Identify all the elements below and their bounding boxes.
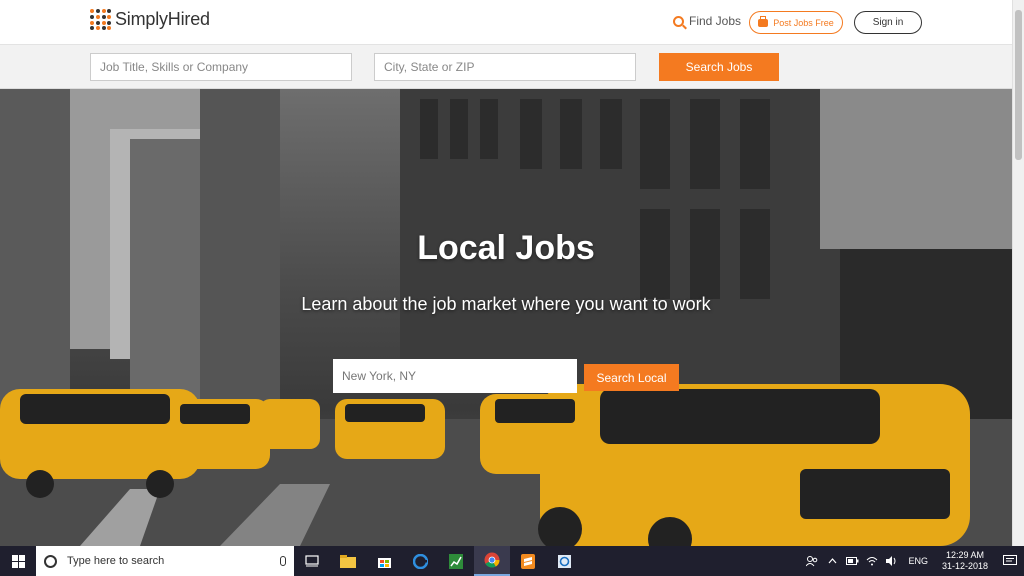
notification-center-icon[interactable] xyxy=(996,546,1024,576)
taskbar-search-placeholder: Type here to search xyxy=(67,555,165,567)
cortana-icon xyxy=(44,554,57,568)
search-bar: Job Title, Skills or Company City, State… xyxy=(0,45,1012,89)
volume-icon[interactable] xyxy=(884,546,900,576)
windows-logo-icon xyxy=(11,554,25,568)
edge-icon[interactable] xyxy=(402,546,438,576)
post-jobs-label: Post Jobs Free xyxy=(773,17,834,28)
site-header: SimplyHired Find Jobs Post Jobs Free Sig… xyxy=(0,0,1012,45)
hero-section: Local Jobs Learn about the job market wh… xyxy=(0,89,1012,546)
job-title-input[interactable]: Job Title, Skills or Company xyxy=(90,53,352,81)
sublime-icon[interactable] xyxy=(510,546,546,576)
search-icon xyxy=(673,15,684,27)
taskbar-search-box[interactable]: Type here to search xyxy=(36,546,294,576)
location-input[interactable]: City, State or ZIP xyxy=(374,53,636,81)
clock-time: 12:29 AM xyxy=(945,550,984,560)
clock-date: 31-12-2018 xyxy=(941,561,988,571)
sign-in-button[interactable]: Sign in xyxy=(854,11,922,34)
network-icon[interactable] xyxy=(864,546,880,576)
post-jobs-button[interactable]: Post Jobs Free xyxy=(749,11,843,34)
local-location-input[interactable]: New York, NY xyxy=(333,359,577,393)
task-view-icon[interactable] xyxy=(294,546,330,576)
logo-dots-icon xyxy=(90,9,111,30)
hero-title: Local Jobs xyxy=(417,229,595,267)
search-local-button[interactable]: Search Local xyxy=(584,364,679,391)
file-explorer-icon[interactable] xyxy=(330,546,366,576)
logo[interactable]: SimplyHired xyxy=(90,9,210,30)
scrollbar-thumb[interactable] xyxy=(1015,10,1022,160)
battery-icon[interactable] xyxy=(844,546,860,576)
system-tray: ENG 12:29 AM 31-12-2018 xyxy=(802,546,1024,576)
city-street-background xyxy=(0,89,1012,546)
briefcase-icon xyxy=(758,15,769,27)
start-button[interactable] xyxy=(0,546,36,576)
search-jobs-button[interactable]: Search Jobs xyxy=(659,53,779,81)
page-scrollbar[interactable] xyxy=(1012,0,1024,546)
chrome-icon[interactable] xyxy=(474,546,510,576)
chevron-up-icon[interactable] xyxy=(824,546,840,576)
logo-text: SimplyHired xyxy=(115,9,210,29)
people-icon[interactable] xyxy=(804,546,820,576)
snipping-icon[interactable] xyxy=(546,546,582,576)
find-jobs-link[interactable]: Find Jobs xyxy=(673,14,741,28)
spreadsheet-icon[interactable] xyxy=(438,546,474,576)
microphone-icon[interactable] xyxy=(280,556,286,566)
store-icon[interactable] xyxy=(366,546,402,576)
hero-subtitle: Learn about the job market where you wan… xyxy=(301,294,711,314)
language-indicator[interactable]: ENG xyxy=(908,556,928,566)
taskbar-clock[interactable]: 12:29 AM 31-12-2018 xyxy=(942,550,988,572)
find-jobs-label: Find Jobs xyxy=(689,14,742,28)
windows-taskbar: Type here to search ENG 12:29 AM 31-12-2… xyxy=(0,546,1024,576)
